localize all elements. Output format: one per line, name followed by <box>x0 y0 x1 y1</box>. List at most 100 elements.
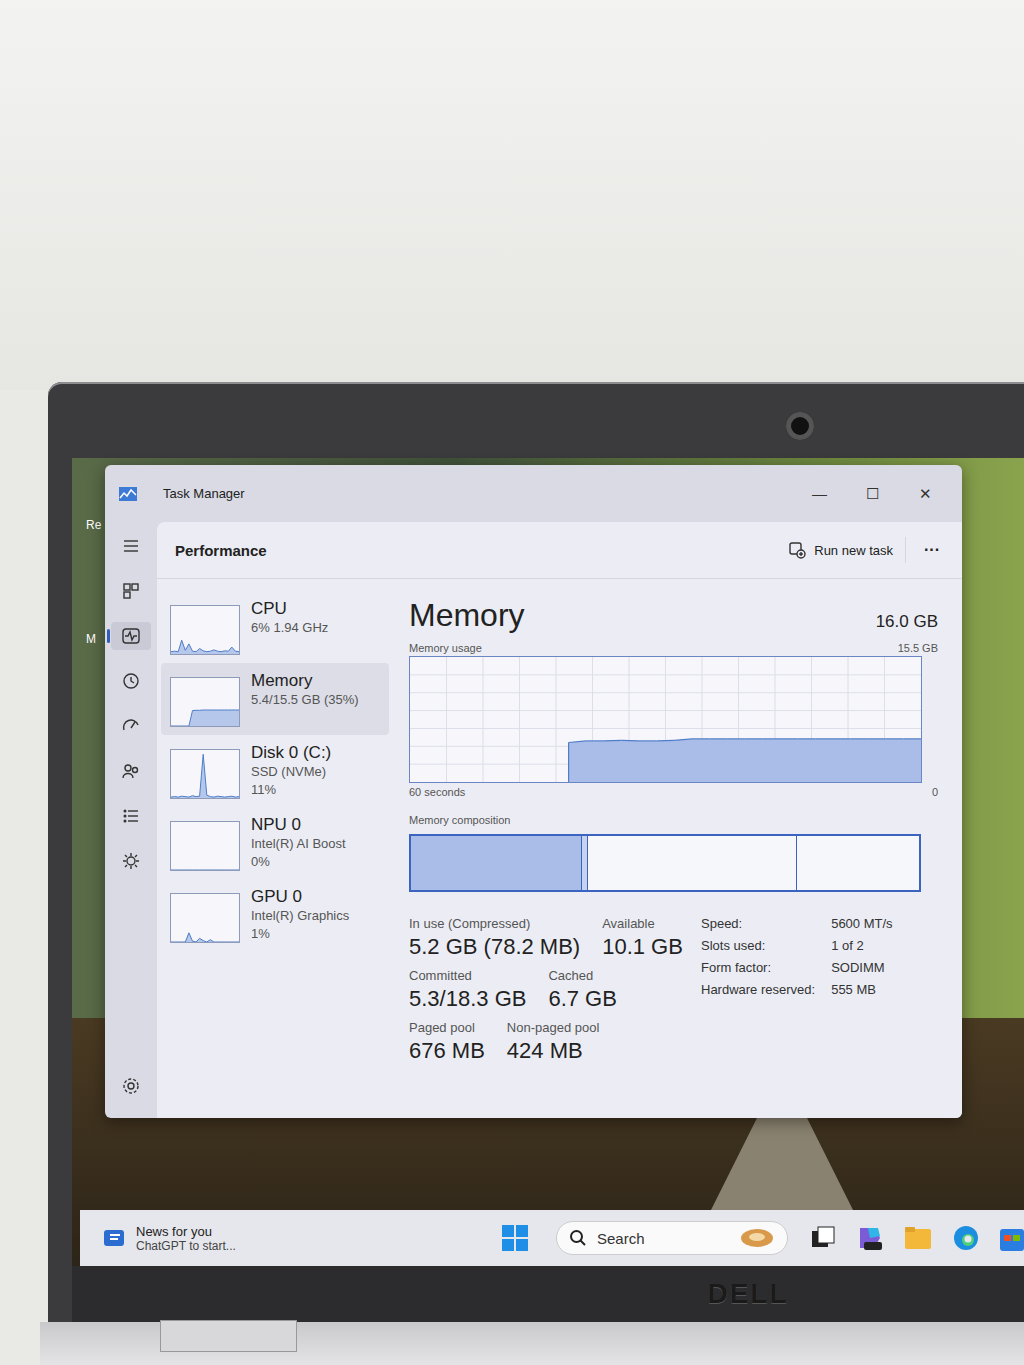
nav-item[interactable] <box>111 577 151 605</box>
stats-left: In use (Compressed) 5.2 GB (78.2 MB) Avail… <box>409 916 687 1072</box>
window-control-button[interactable]: ✕ <box>899 485 952 503</box>
nav-item[interactable] <box>111 622 151 650</box>
laptop-hinge <box>160 1320 297 1352</box>
news-widget[interactable]: News for youChatGPT to start... <box>80 1224 502 1253</box>
device-thumbnail <box>170 893 240 943</box>
file-explorer-icon <box>904 1225 932 1251</box>
desktop-icon-label[interactable]: M <box>86 632 101 646</box>
device-list: CPU6% 1.94 GHz Memory5.4/15.5 GB (35%) Dis… <box>157 579 393 1118</box>
window-control-button[interactable]: ☐ <box>846 485 899 503</box>
memory-composition-bar <box>409 834 921 892</box>
details-icon <box>121 806 141 826</box>
device-item[interactable]: NPU 0Intel(R) AI Boost0% <box>161 807 389 879</box>
nav-item[interactable] <box>111 532 151 560</box>
spec-value: 555 MB <box>831 982 892 997</box>
stat-value: 676 MB <box>409 1038 485 1064</box>
device-item[interactable]: Disk 0 (C:)SSD (NVMe)11% <box>161 735 389 807</box>
composition-segment <box>587 836 795 890</box>
composition-segment <box>411 836 581 890</box>
composition-label: Memory composition <box>409 814 510 826</box>
wall-background <box>0 0 1024 390</box>
device-detail: Intel(R) Graphics <box>251 907 349 925</box>
nav-rail <box>105 522 157 1118</box>
processes-icon <box>121 581 141 601</box>
stat: Committed5.3/18.3 GB <box>409 968 526 1012</box>
spec-label: Hardware reserved: <box>701 982 815 997</box>
stat-label: In use (Compressed) <box>409 916 580 931</box>
title-bar: Task Manager—☐✕ <box>105 465 962 522</box>
window-controls: —☐✕ <box>793 485 952 503</box>
stat-label: Available <box>602 916 683 931</box>
mini-chart <box>171 894 239 942</box>
device-thumbnail <box>170 749 240 799</box>
chart-max: 15.5 GB <box>898 642 938 654</box>
device-detail: 11% <box>251 781 331 799</box>
search-highlight-icon <box>739 1226 775 1250</box>
device-text: CPU6% 1.94 GHz <box>251 599 328 655</box>
stats-row: In use (Compressed) 5.2 GB (78.2 MB) Avail… <box>409 916 687 960</box>
startup-icon <box>121 716 141 736</box>
nav-item[interactable] <box>111 667 151 695</box>
stat-value: 10.1 GB <box>602 934 683 960</box>
window-control-button[interactable]: — <box>793 485 846 503</box>
device-name: NPU 0 <box>251 815 346 835</box>
task-manager-window: Task Manager—☐✕PerformanceRun new task··… <box>105 465 962 1118</box>
device-text: Disk 0 (C:)SSD (NVMe)11% <box>251 743 331 799</box>
device-name: CPU <box>251 599 328 619</box>
desktop-icon-label[interactable]: Re <box>86 518 101 532</box>
device-item[interactable]: Memory5.4/15.5 GB (35%) <box>161 663 389 735</box>
stat: Cached 6.7 GB <box>548 968 616 1012</box>
content-pane: PerformanceRun new task···CPU6% 1.94 GHz… <box>157 522 962 1118</box>
nav-item[interactable] <box>111 712 151 740</box>
device-item[interactable]: CPU6% 1.94 GHz <box>161 591 389 663</box>
desktop-icons: Re M <box>72 518 101 646</box>
device-text: NPU 0Intel(R) AI Boost0% <box>251 815 346 871</box>
settings-button[interactable] <box>111 1072 151 1100</box>
spec-label: Form factor: <box>701 960 815 975</box>
axis-label: 0 <box>932 786 938 798</box>
stat-label: Cached <box>548 968 616 983</box>
device-thumbnail <box>170 677 240 727</box>
stat-label: Paged pool <box>409 1020 485 1035</box>
nav-item[interactable] <box>111 847 151 875</box>
edge-icon <box>952 1224 980 1252</box>
more-button[interactable]: ··· <box>906 541 944 559</box>
device-item[interactable]: GPU 0Intel(R) Graphics1% <box>161 879 389 951</box>
task-manager-icon <box>119 487 137 501</box>
axis-label: 60 seconds <box>409 786 465 798</box>
news-icon <box>102 1226 128 1250</box>
task-view-icon <box>810 1225 836 1251</box>
detail-title: Memory <box>409 597 525 634</box>
store-icon <box>1000 1225 1024 1251</box>
window-title: Task Manager <box>163 486 793 501</box>
stat: Non-paged pool424 MB <box>507 1020 600 1064</box>
page-title: Performance <box>175 542 776 559</box>
chart-axis: 60 seconds 0 <box>409 786 938 798</box>
windows-start-icon <box>502 1225 528 1251</box>
stats-row: Paged pool 676 MB Non-paged pool424 MB <box>409 1020 687 1064</box>
memory-total: 16.0 GB <box>876 612 938 634</box>
stat-value: 5.2 GB (78.2 MB) <box>409 934 580 960</box>
users-icon <box>121 761 141 781</box>
nav-item[interactable] <box>111 802 151 830</box>
spec-value: 1 of 2 <box>831 938 892 953</box>
detail-header: Memory 16.0 GB <box>409 597 938 634</box>
stat-value: 6.7 GB <box>548 986 616 1012</box>
mini-chart <box>171 678 239 726</box>
page-header: PerformanceRun new task··· <box>157 522 962 579</box>
device-detail: 1% <box>251 925 349 943</box>
performance-main: CPU6% 1.94 GHz Memory5.4/15.5 GB (35%) Dis… <box>157 579 962 1118</box>
device-name: Disk 0 (C:) <box>251 743 331 763</box>
search-box[interactable]: Search <box>556 1221 788 1255</box>
performance-icon <box>121 626 141 646</box>
mini-chart <box>171 822 239 870</box>
device-detail: Intel(R) AI Boost <box>251 835 346 853</box>
run-new-task-button[interactable]: Run new task <box>776 537 906 563</box>
device-detail: 6% 1.94 GHz <box>251 619 328 637</box>
nav-item[interactable] <box>111 757 151 785</box>
composition-segment <box>796 836 919 890</box>
copilot-m365-icon <box>856 1224 884 1252</box>
stat-label: Non-paged pool <box>507 1020 600 1035</box>
memory-usage-chart <box>410 657 921 782</box>
device-text: Memory5.4/15.5 GB (35%) <box>251 671 359 727</box>
